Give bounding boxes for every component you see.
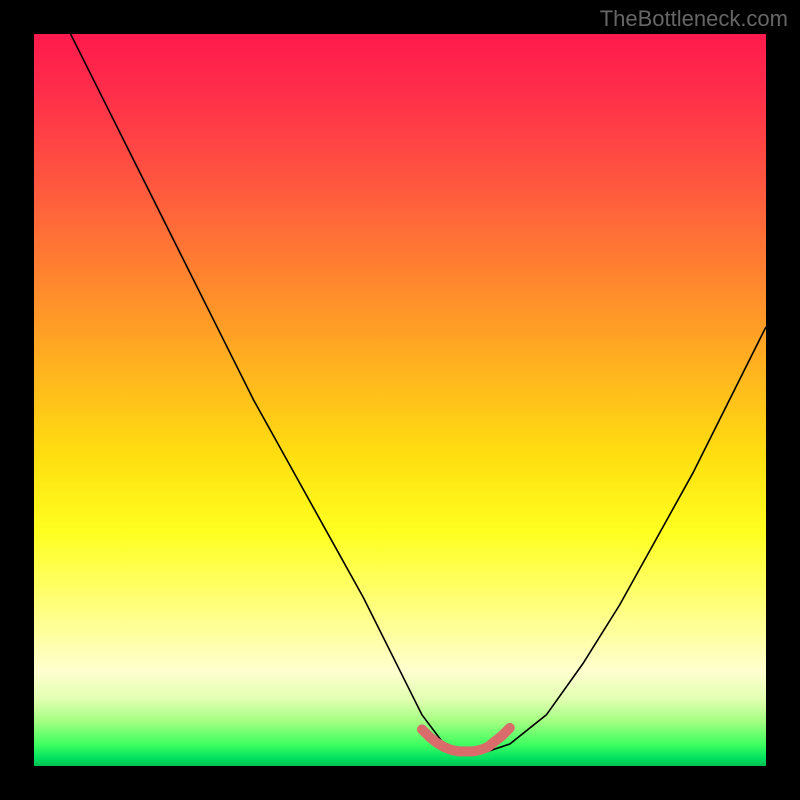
chart-container: TheBottleneck.com (0, 0, 800, 800)
plot-area (34, 34, 766, 766)
bottleneck-curve-line (71, 34, 766, 751)
chart-svg (34, 34, 766, 766)
watermark-text: TheBottleneck.com (600, 6, 788, 32)
